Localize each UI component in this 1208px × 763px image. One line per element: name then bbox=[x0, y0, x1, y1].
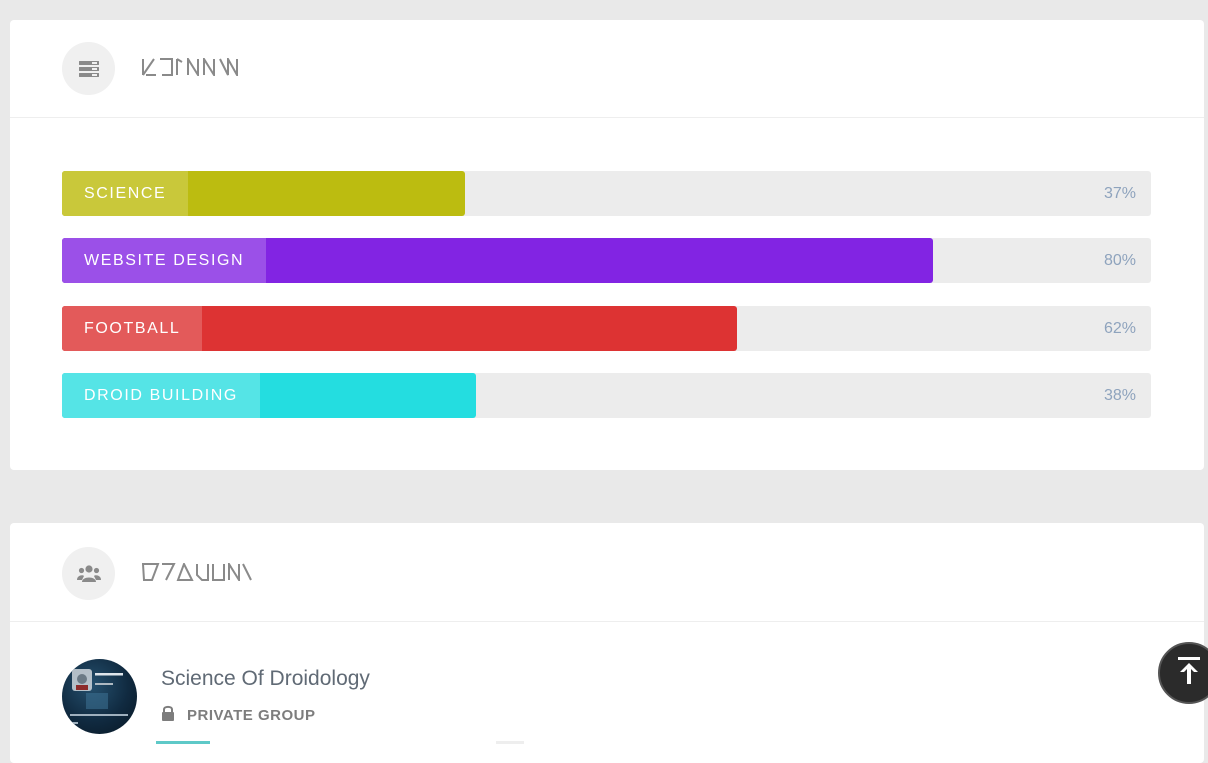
skill-percent: 80% bbox=[1103, 251, 1136, 269]
skill-bar-science: SCIENCE 37% bbox=[62, 171, 1151, 216]
skills-title-aurebesh bbox=[142, 58, 238, 76]
lock-icon bbox=[161, 705, 175, 725]
skill-label: SCIENCE bbox=[62, 171, 189, 216]
group-privacy-label: PRIVATE GROUP bbox=[187, 706, 316, 724]
group-privacy: PRIVATE GROUP bbox=[161, 705, 315, 725]
groups-title-aurebesh bbox=[142, 563, 252, 581]
skill-bar-fill: WEBSITE DESIGN bbox=[62, 238, 934, 283]
users-icon bbox=[62, 547, 115, 600]
skills-card-header bbox=[10, 20, 1204, 118]
groups-card-header bbox=[10, 523, 1204, 622]
skill-bar-football: FOOTBALL 62% bbox=[62, 306, 1151, 351]
group-avatar[interactable] bbox=[62, 659, 137, 734]
group-item[interactable]: Science Of Droidology PRIVATE GROUP bbox=[62, 659, 1162, 749]
skill-bar-fill: DROID BUILDING bbox=[62, 373, 476, 418]
skills-card: SCIENCE 37% WEBSITE DESIGN 80% FOOTBALL … bbox=[10, 20, 1204, 470]
skill-bar-droid-building: DROID BUILDING 38% bbox=[62, 373, 1151, 418]
skill-bar-website-design: WEBSITE DESIGN 80% bbox=[62, 238, 1151, 283]
skill-label: DROID BUILDING bbox=[62, 373, 260, 418]
skill-percent: 37% bbox=[1103, 184, 1136, 202]
skill-percent: 38% bbox=[1103, 386, 1136, 404]
skill-label: WEBSITE DESIGN bbox=[62, 238, 267, 283]
skill-bar-fill: FOOTBALL bbox=[62, 306, 738, 351]
skill-percent: 62% bbox=[1103, 319, 1136, 337]
skill-bar-fill: SCIENCE bbox=[62, 171, 465, 216]
skill-label: FOOTBALL bbox=[62, 306, 203, 351]
group-name[interactable]: Science Of Droidology bbox=[161, 667, 370, 691]
groups-card: Science Of Droidology PRIVATE GROUP bbox=[10, 523, 1204, 763]
arrow-up-to-line-icon bbox=[1178, 656, 1200, 690]
list-icon bbox=[62, 42, 115, 95]
